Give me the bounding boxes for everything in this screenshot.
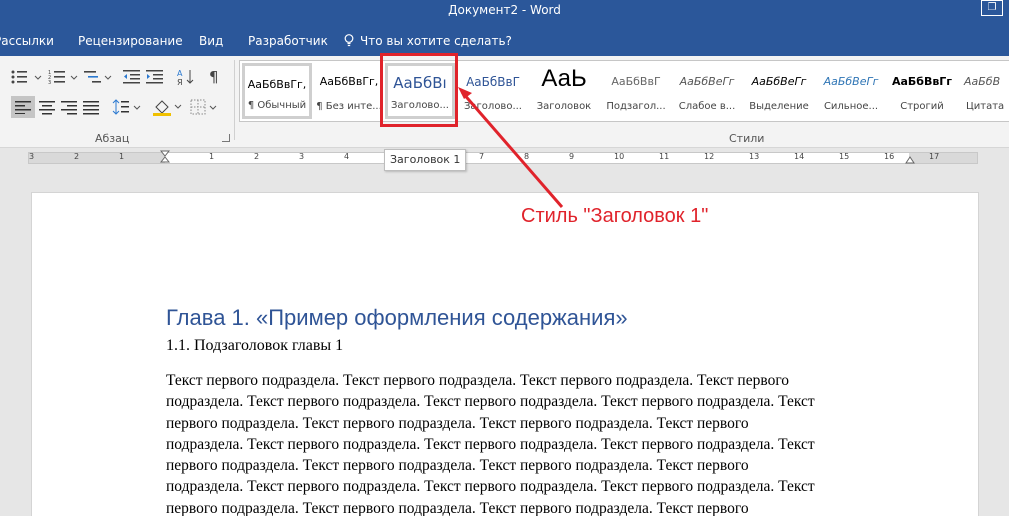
annotation-arrow [458, 87, 564, 208]
arrow-head-icon [458, 87, 472, 99]
annotation-label: Стиль "Заголовок 1" [521, 205, 709, 227]
